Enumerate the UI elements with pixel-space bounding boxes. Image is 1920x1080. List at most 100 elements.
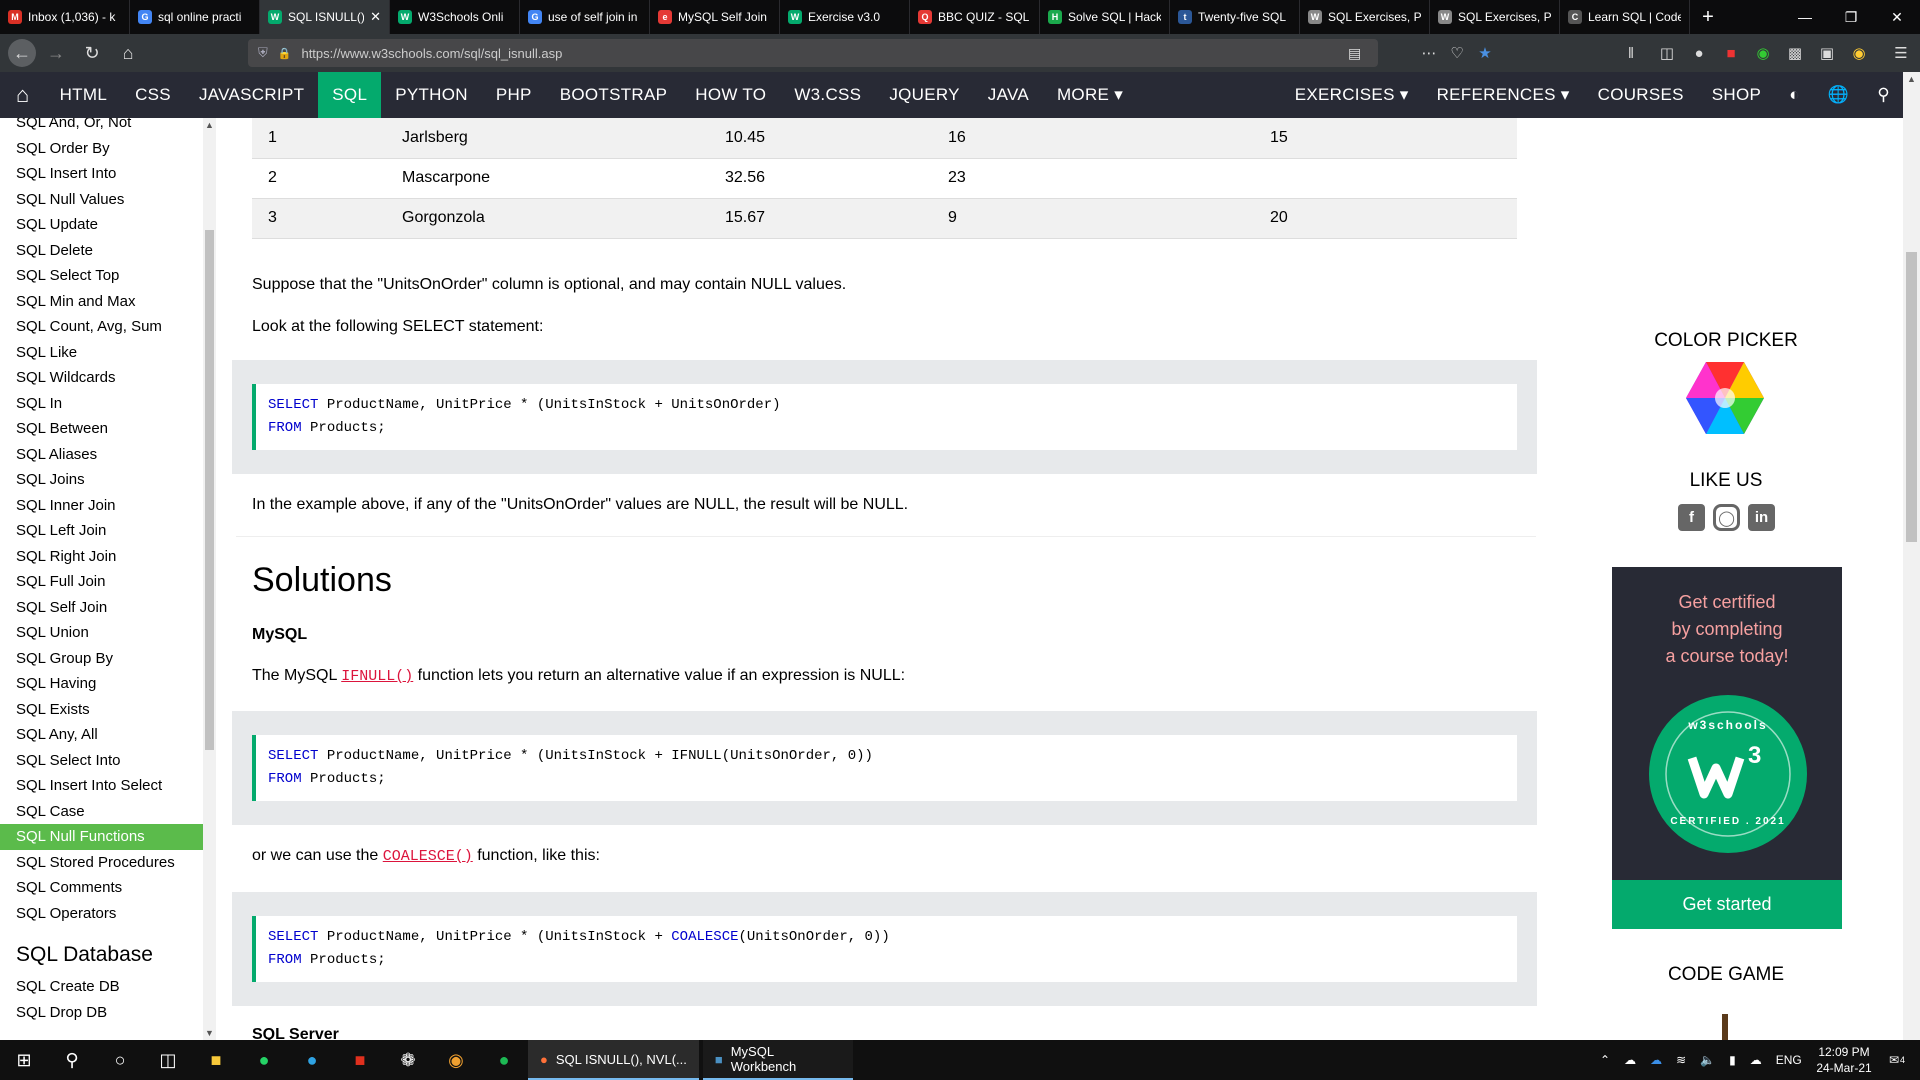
new-tab-button[interactable]: + xyxy=(1690,0,1726,34)
sidebar-item[interactable]: SQL Between xyxy=(0,416,203,442)
topnav-item[interactable]: W3.CSS xyxy=(780,72,875,118)
battery-icon[interactable]: ▮ xyxy=(1729,1053,1736,1067)
scroll-down-icon[interactable]: ▼ xyxy=(205,1028,214,1038)
reload-button[interactable]: ↻ xyxy=(76,37,108,69)
sidebar-item[interactable]: SQL Min and Max xyxy=(0,289,203,315)
topnav-item[interactable]: JAVA xyxy=(974,72,1043,118)
home-link[interactable]: ⌂ xyxy=(0,72,46,118)
sidebar-item[interactable]: SQL Stored Procedures xyxy=(0,850,203,876)
topnav-item[interactable]: HOW TO xyxy=(681,72,780,118)
forward-button[interactable]: → xyxy=(40,37,72,69)
sidebar-item[interactable]: SQL Inner Join xyxy=(0,493,203,519)
scroll-up-icon[interactable]: ▲ xyxy=(205,120,214,130)
sidebar-item[interactable]: SQL Self Join xyxy=(0,595,203,621)
reader-view-icon[interactable]: ▤ xyxy=(1348,45,1361,62)
topnav-item[interactable]: PHP xyxy=(482,72,546,118)
browser-tab[interactable]: t Twenty-five SQL xyxy=(1170,0,1300,34)
minimize-button[interactable]: — xyxy=(1782,0,1828,34)
sidebar-item[interactable]: SQL Joins xyxy=(0,467,203,493)
topnav-item[interactable]: PYTHON xyxy=(381,72,482,118)
topnav-item[interactable]: JQUERY xyxy=(875,72,973,118)
sidebar-item[interactable]: SQL Delete xyxy=(0,238,203,264)
sidebar-item[interactable]: SQL Right Join xyxy=(0,544,203,570)
topnav-right-item[interactable]: COURSES xyxy=(1584,72,1698,118)
back-button[interactable]: ← xyxy=(8,39,36,67)
topnav-right-item[interactable]: SHOP xyxy=(1698,72,1775,118)
sidebar-scroll-thumb[interactable] xyxy=(205,230,214,750)
sidebar-item[interactable]: SQL Order By xyxy=(0,136,203,162)
topnav-item[interactable]: JAVASCRIPT xyxy=(185,72,318,118)
sidebar-item[interactable]: SQL Insert Into xyxy=(0,161,203,187)
browser-tab[interactable]: Guse of self join in xyxy=(520,0,650,34)
sidebar-item[interactable]: SQL Operators xyxy=(0,901,203,927)
scroll-up-icon[interactable]: ▲ xyxy=(1907,74,1916,84)
extension-4-icon[interactable]: ◉ xyxy=(1848,42,1870,64)
file-explorer-button[interactable]: ■ xyxy=(192,1040,240,1080)
sidebar-item[interactable]: SQL Aliases xyxy=(0,442,203,468)
more-actions-icon[interactable]: ⋯ xyxy=(1418,42,1440,64)
browser-tab[interactable]: Q BBC QUIZ - SQL xyxy=(910,0,1040,34)
browser-tab[interactable]: W SQL ISNULL(), ✕ xyxy=(260,0,390,34)
home-button[interactable]: ⌂ xyxy=(112,37,144,69)
taskbar-app-workbench[interactable]: ■ MySQL Workbench xyxy=(702,1040,853,1080)
sidebar-item[interactable]: SQL Left Join xyxy=(0,518,203,544)
sidebar-scrollbar[interactable]: ▲ ▼ xyxy=(203,118,216,1040)
media-button[interactable]: ◉ xyxy=(432,1040,480,1080)
sidebar-item[interactable]: SQL Create DB xyxy=(0,974,203,1000)
task-view-button[interactable]: ◫ xyxy=(144,1040,192,1080)
coalesce-link[interactable]: COALESCE() xyxy=(383,848,473,865)
sidebar-item[interactable]: SQL Full Join xyxy=(0,569,203,595)
browser-tab[interactable]: W Exercise v3.0 xyxy=(780,0,910,34)
sidebar-item[interactable]: SQL And, Or, Not xyxy=(0,118,203,136)
browser-tab[interactable]: C Learn SQL | Code xyxy=(1560,0,1690,34)
taskbar-app-firefox[interactable]: ● SQL ISNULL(), NVL(... xyxy=(528,1040,699,1080)
sidebar-item[interactable]: SQL Insert Into Select xyxy=(0,773,203,799)
cloud-icon[interactable]: ☁ xyxy=(1624,1053,1636,1067)
volume-icon[interactable]: 🔈 xyxy=(1700,1053,1715,1067)
browser-tab[interactable]: W W3Schools Onli xyxy=(390,0,520,34)
sidebar-item[interactable]: SQL Drop DB xyxy=(0,1000,203,1026)
library-icon[interactable]: ‖ xyxy=(1620,42,1642,64)
sidebar-item[interactable]: SQL Union xyxy=(0,620,203,646)
code-game-image[interactable] xyxy=(1722,1014,1728,1040)
theme-toggle-button[interactable]: ◐ xyxy=(1775,72,1814,118)
chevron-up-icon[interactable]: ⌃ xyxy=(1600,1053,1610,1067)
wifi-icon[interactable]: ≋ xyxy=(1676,1053,1686,1067)
page-scroll-thumb[interactable] xyxy=(1906,252,1917,542)
topnav-item[interactable]: SQL xyxy=(318,72,382,118)
browser-tab[interactable]: M Inbox (1,036) - k xyxy=(0,0,130,34)
sidebar-item[interactable]: SQL Having xyxy=(0,671,203,697)
acrobat-button[interactable]: ■ xyxy=(336,1040,384,1080)
browser-tab[interactable]: Gsql online practi xyxy=(130,0,260,34)
spotify-button[interactable]: ● xyxy=(480,1040,528,1080)
start-button[interactable]: ⊞ xyxy=(0,1040,48,1080)
grammarly-icon[interactable]: ◉ xyxy=(1752,42,1774,64)
close-tab-icon[interactable]: ✕ xyxy=(370,9,381,25)
ifnull-link[interactable]: IFNULL() xyxy=(341,668,413,685)
sidebar-item[interactable]: SQL Count, Avg, Sum xyxy=(0,314,203,340)
color-picker-icon[interactable] xyxy=(1686,362,1764,439)
facebook-icon[interactable]: f xyxy=(1678,504,1705,531)
sidebar-item[interactable]: SQL Select Into xyxy=(0,748,203,774)
sidebar-item[interactable]: SQL Case xyxy=(0,799,203,825)
topnav-right-item[interactable]: EXERCISES ▾ xyxy=(1281,72,1423,118)
pocket-icon[interactable]: ♡ xyxy=(1446,42,1468,64)
sidebar-item[interactable]: SQL Null Values xyxy=(0,187,203,213)
account-icon[interactable]: ● xyxy=(1688,42,1710,64)
extension-3-icon[interactable]: ▣ xyxy=(1816,42,1838,64)
network-icon[interactable]: ☁ xyxy=(1750,1053,1762,1067)
extension-2-icon[interactable]: ▩ xyxy=(1784,42,1806,64)
notifications-button[interactable]: ✉ 4 xyxy=(1882,1040,1912,1080)
linkedin-icon[interactable]: in xyxy=(1748,504,1775,531)
search-button[interactable]: ⚲ xyxy=(48,1040,96,1080)
sidebar-item[interactable]: SQL Select Top xyxy=(0,263,203,289)
paint-button[interactable]: ❁ xyxy=(384,1040,432,1080)
close-window-button[interactable]: ✕ xyxy=(1874,0,1920,34)
sidebar-item[interactable]: SQL Any, All xyxy=(0,722,203,748)
sidebar-item[interactable]: SQL Update xyxy=(0,212,203,238)
page-scrollbar[interactable]: ▲ xyxy=(1903,72,1920,1040)
onedrive-icon[interactable]: ☁ xyxy=(1650,1053,1662,1067)
browser-tab[interactable]: W SQL Exercises, Pr xyxy=(1430,0,1560,34)
sidebar-item[interactable]: SQL Comments xyxy=(0,875,203,901)
instagram-icon[interactable]: ◯ xyxy=(1713,504,1740,531)
